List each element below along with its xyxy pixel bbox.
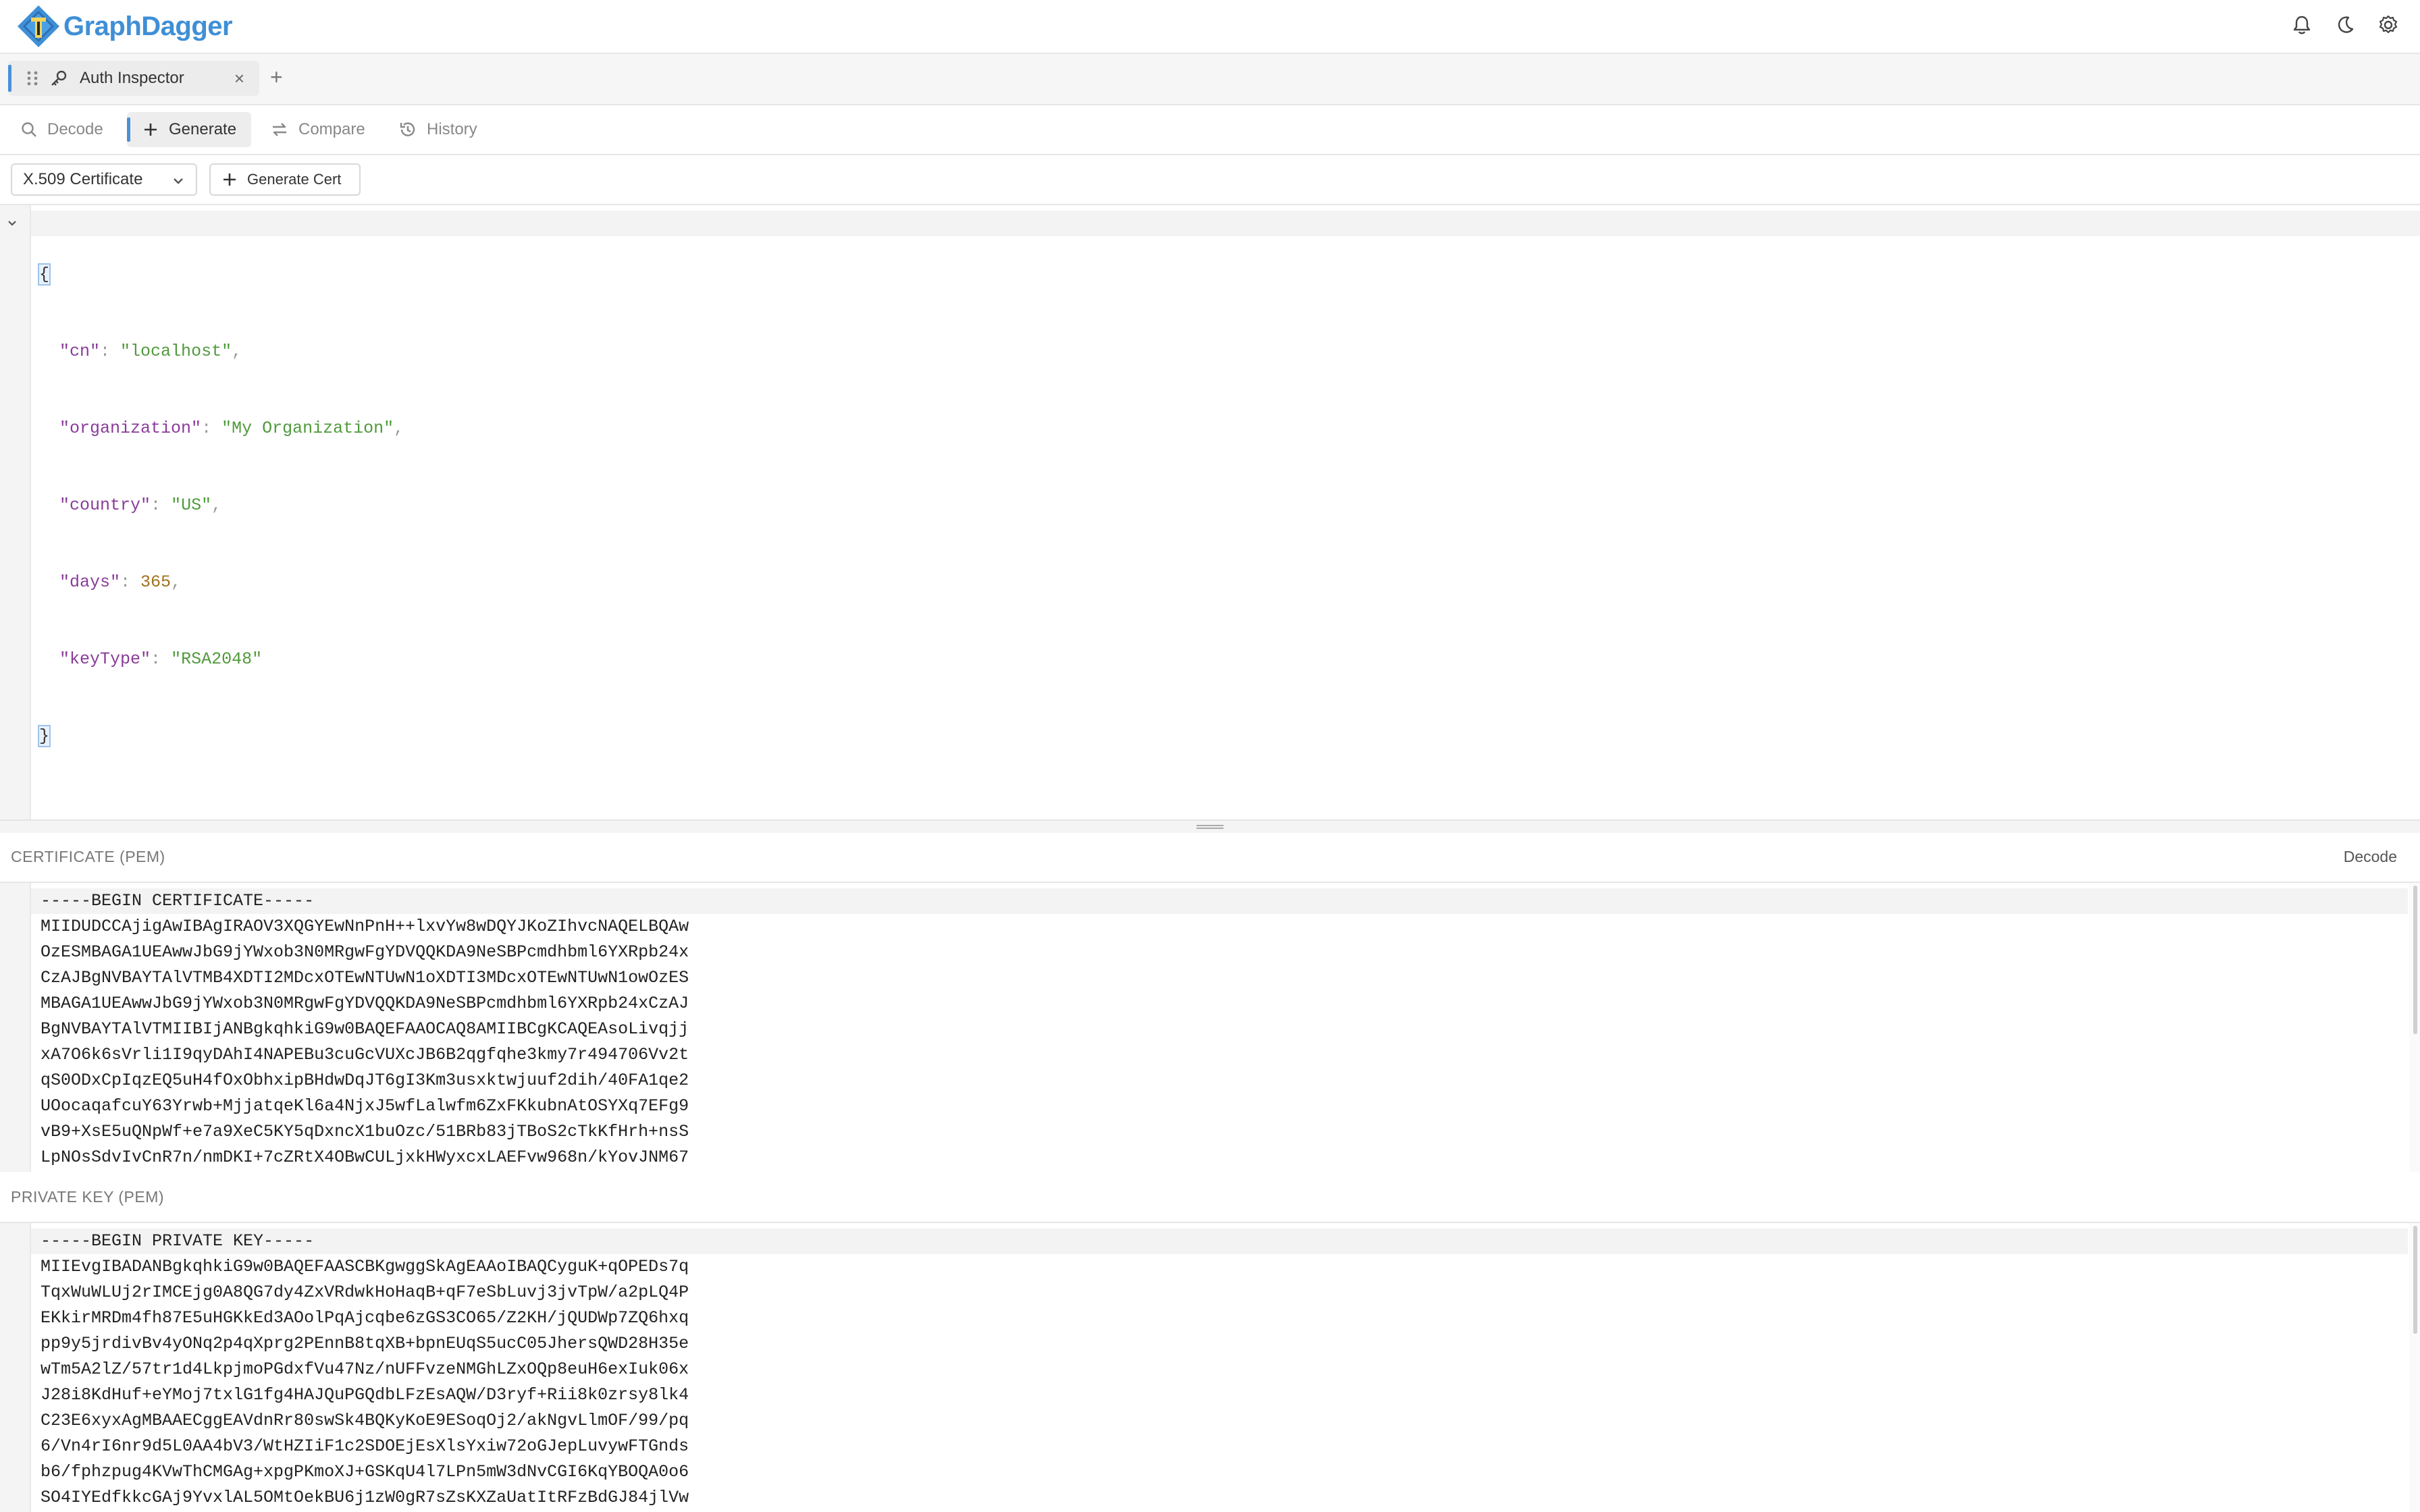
- tab-close-button[interactable]: ×: [234, 70, 244, 87]
- pem-line: LpNOsSdvIvCnR7n/nmDKI+7cZRtX4OBwCULjxkHW…: [41, 1148, 689, 1167]
- pem-line: MIIDUDCCAjigAwIBAgIRAOV3XQGYEwNnPnH++lxv…: [41, 917, 689, 936]
- app-logo[interactable]: GraphDagger: [16, 4, 233, 49]
- pane-resize-handle[interactable]: [0, 819, 2420, 834]
- tab-auth-inspector[interactable]: Auth Inspector ×: [8, 61, 259, 96]
- json-value: 365: [140, 572, 172, 592]
- json-value: "localhost": [120, 342, 232, 361]
- drag-handle-icon[interactable]: [26, 70, 39, 87]
- json-key: "cn": [59, 342, 101, 361]
- pem-gutter: [0, 1223, 31, 1512]
- pem-line: pp9y5jrdivBv4yONq2p4qXprg2PEnnB8tqXB+bpn…: [41, 1334, 689, 1353]
- pem-line: BgNVBAYTAlVTMIIBIjANBgkqhkiG9w0BAQEFAAOC…: [41, 1019, 689, 1039]
- editor-gutter: [0, 205, 31, 819]
- moon-icon[interactable]: [2334, 12, 2357, 38]
- open-brace: {: [37, 263, 51, 286]
- pem-line: OzESMBAGA1UEAwwJbG9jYWxob3N0MRgwFgYDVQQK…: [41, 942, 689, 962]
- pem-line: qS0ODxCpIqzEQ5uH4fOxObhxipBHdwDqJT6gI3Km…: [41, 1071, 689, 1090]
- mode-generate[interactable]: Generate: [127, 112, 251, 147]
- pem-line: EKkirMRDm4fh87E5uHGKkEd3AOolPqAjcqbe6zGS…: [41, 1308, 689, 1328]
- mode-compare[interactable]: Compare: [270, 112, 378, 147]
- pem-line: vB9+XsE5uQNpWf+e7a9XeC5KY5qDxncX1buOzc/5…: [41, 1122, 689, 1141]
- pem-line: CzAJBgNVBAYTAlVTMB4XDTI2MDcxOTEwNTUwN1oX…: [41, 968, 689, 988]
- json-value: "RSA2048": [171, 649, 263, 669]
- json-key: "organization": [59, 418, 202, 438]
- mode-generate-label: Generate: [169, 120, 237, 138]
- grip-icon: [1196, 825, 1224, 826]
- mode-decode[interactable]: Decode: [20, 112, 122, 147]
- certificate-pem-output[interactable]: -----BEGIN CERTIFICATE----- MIIDUDCCAjigA…: [0, 883, 2420, 1172]
- private-key-header: PRIVATE KEY (PEM): [0, 1173, 2420, 1223]
- scroll-thumb[interactable]: [2413, 1226, 2417, 1334]
- private-key-lines: -----BEGIN PRIVATE KEY----- MIIEvgIBADANB…: [41, 1228, 689, 1511]
- pem-gutter: [0, 883, 31, 1172]
- generate-cert-button[interactable]: Generate Cert: [209, 163, 361, 196]
- private-key-pem-output[interactable]: -----BEGIN PRIVATE KEY----- MIIEvgIBADANB…: [0, 1223, 2420, 1512]
- graphdagger-logo-icon: [18, 5, 59, 47]
- key-icon: [51, 70, 67, 86]
- json-key: "keyType": [59, 649, 151, 669]
- pem-line: b6/fphzpug4KVwThCMGAg+xpgPKmoXJ+GSKqU4l7…: [41, 1462, 689, 1482]
- close-brace: }: [37, 725, 51, 747]
- plus-icon: [223, 173, 236, 186]
- json-code: { "cn": "localhost", "organization": "My…: [37, 263, 404, 747]
- fold-chevron-icon[interactable]: [5, 216, 19, 230]
- json-value: "US": [171, 495, 212, 515]
- app-header: GraphDagger: [0, 0, 2420, 54]
- json-value: "My Organization": [221, 418, 394, 438]
- gear-icon[interactable]: [2377, 12, 2400, 38]
- history-icon: [400, 122, 415, 136]
- pem-line: MIIEvgIBADANBgkqhkiG9w0BAQEFAASCBKgwggSk…: [41, 1257, 689, 1276]
- mode-history[interactable]: History: [398, 112, 500, 147]
- pem-line: -----BEGIN CERTIFICATE-----: [41, 891, 315, 911]
- mode-decode-label: Decode: [47, 120, 103, 138]
- certificate-title: CERTIFICATE (PEM): [11, 848, 165, 865]
- pem-line: xA7O6k6sVrli1I9qyDAhI4NAPEBu3cuGcVUXcJB6…: [41, 1045, 689, 1064]
- certificate-scrollbar[interactable]: [2409, 883, 2420, 1172]
- search-icon: [22, 122, 36, 137]
- pem-line: SO4IYEdfkkcGAj9YvxlAL5OMtOekBU6j1zW0gR7s…: [41, 1488, 689, 1507]
- active-mode-indicator: [127, 117, 130, 142]
- pem-line: J28i8KdHuf+eYMoj7txlG1fg4HAJQuPGQdbLFzEs…: [41, 1385, 689, 1405]
- mode-history-label: History: [427, 120, 477, 138]
- mode-compare-label: Compare: [298, 120, 365, 138]
- app-name: GraphDagger: [63, 11, 233, 41]
- output-type-value: X.509 Certificate: [23, 170, 143, 188]
- certificate-lines: -----BEGIN CERTIFICATE----- MIIDUDCCAjigA…: [41, 888, 689, 1170]
- swap-icon: [273, 123, 286, 136]
- plus-icon: [144, 124, 157, 136]
- mode-bar: Decode Generate Compare History: [0, 105, 2420, 155]
- chevron-down-icon: [174, 178, 183, 184]
- tab-label: Auth Inspector: [80, 69, 184, 87]
- decode-certificate-button[interactable]: Decode: [2344, 848, 2397, 866]
- pem-line: UOocaqafcuY63Yrwb+MjjatqeKl6a4NjxJ5wfLal…: [41, 1096, 689, 1116]
- output-type-select[interactable]: X.509 Certificate: [11, 163, 197, 196]
- private-key-scrollbar[interactable]: [2409, 1223, 2420, 1512]
- scroll-thumb[interactable]: [2413, 886, 2417, 1034]
- bell-icon[interactable]: [2290, 12, 2313, 38]
- pem-line: TqxWuWLUj2rIMCEjg0A8QG7dy4ZxVRdwkHoHaqB+…: [41, 1282, 689, 1302]
- pem-line: MBAGA1UEAwwJbG9jYWxob3N0MRgwFgYDVQQKDA9N…: [41, 994, 689, 1013]
- json-key: "days": [59, 572, 121, 592]
- active-tab-indicator: [8, 65, 11, 92]
- add-tab-button[interactable]: +: [270, 63, 283, 90]
- pem-line: 6/Vn4rI6nr9d5L0AA4bV3/WtHZIiF1c2SDOEjEsX…: [41, 1436, 689, 1456]
- json-input-editor[interactable]: { "cn": "localhost", "organization": "My…: [0, 205, 2420, 819]
- pem-line: C23E6xyxAgMBAAECggEAVdnRr80swSk4BQKyKoE9…: [41, 1411, 689, 1430]
- generate-toolbar: X.509 Certificate Generate Cert: [0, 155, 2420, 205]
- document-tab-bar: Auth Inspector × +: [0, 54, 2420, 105]
- certificate-header: CERTIFICATE (PEM) Decode: [0, 833, 2420, 883]
- generate-cert-label: Generate Cert: [247, 171, 342, 188]
- pem-line: wTm5A2lZ/57tr1d4LkpjmoPGdxfVu47Nz/nUFFvz…: [41, 1359, 689, 1379]
- private-key-title: PRIVATE KEY (PEM): [11, 1188, 165, 1206]
- json-key: "country": [59, 495, 151, 515]
- pem-line: -----BEGIN PRIVATE KEY-----: [41, 1231, 315, 1251]
